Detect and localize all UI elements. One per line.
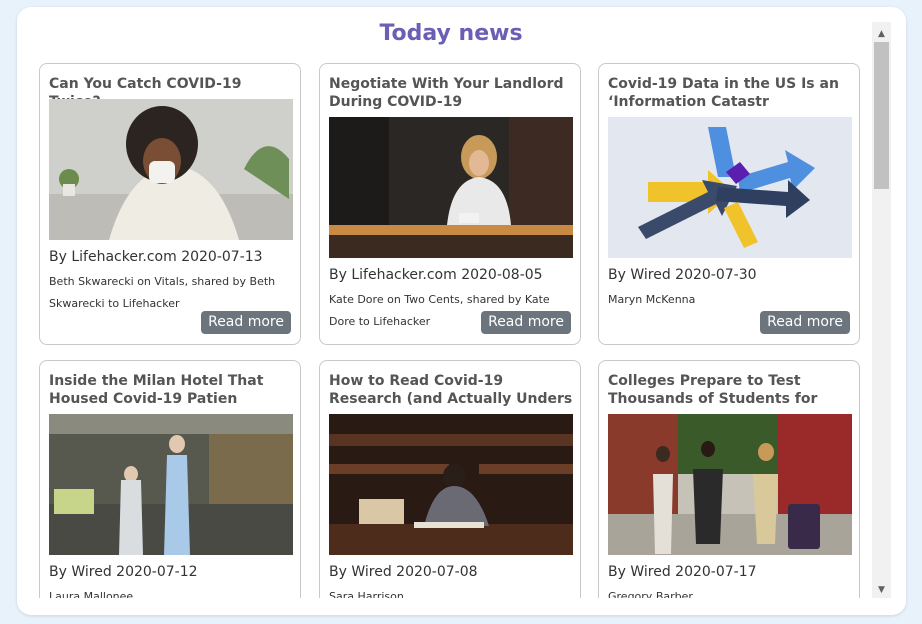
news-scroll-area[interactable]: Today news Can You Catch COVID-19 Twice?… <box>17 7 885 598</box>
news-card: Can You Catch COVID-19 Twice? By Lifehac… <box>39 63 301 345</box>
page-title: Today news <box>379 21 523 46</box>
news-card: Covid-19 Data in the US Is an ‘Informati… <box>598 63 860 345</box>
article-source-date: By Wired 2020-07-12 <box>49 564 198 580</box>
article-title: Colleges Prepare to Test Thousands of St… <box>608 373 818 407</box>
article-author: Sara Harrison <box>329 590 404 598</box>
news-card: How to Read Covid-19 Research (and Actua… <box>319 360 581 598</box>
vertical-scrollbar[interactable]: ▲ ▼ <box>872 22 891 598</box>
article-image <box>49 99 293 240</box>
article-source-date: By Lifehacker.com 2020-08-05 <box>329 267 543 283</box>
article-image <box>49 414 293 555</box>
article-author: Maryn McKenna <box>608 293 696 306</box>
article-author: Gregory Barber <box>608 590 693 598</box>
article-image <box>608 117 852 258</box>
read-more-button[interactable]: Read more <box>760 311 850 334</box>
article-title: How to Read Covid-19 Research (and Actua… <box>329 373 573 407</box>
news-card: Negotiate With Your Landlord During COVI… <box>319 63 581 345</box>
news-card: Inside the Milan Hotel That Housed Covid… <box>39 360 301 598</box>
article-image <box>329 414 573 555</box>
article-title: Inside the Milan Hotel That Housed Covid… <box>49 373 264 407</box>
article-image <box>608 414 852 555</box>
article-title: Covid-19 Data in the US Is an ‘Informati… <box>608 76 839 110</box>
article-title: Negotiate With Your Landlord During COVI… <box>329 76 564 110</box>
article-source-date: By Lifehacker.com 2020-07-13 <box>49 249 263 265</box>
article-source-date: By Wired 2020-07-30 <box>608 267 757 283</box>
scrollbar-thumb[interactable] <box>874 42 889 189</box>
article-author: Laura Mallonee <box>49 590 134 598</box>
article-source-date: By Wired 2020-07-17 <box>608 564 757 580</box>
article-author: Beth Skwarecki on Vitals, shared by Beth… <box>49 275 276 310</box>
article-source-date: By Wired 2020-07-08 <box>329 564 478 580</box>
news-panel: Today news Can You Catch COVID-19 Twice?… <box>17 7 906 615</box>
article-image <box>329 117 573 258</box>
read-more-button[interactable]: Read more <box>201 311 291 334</box>
triangle-up-icon[interactable]: ▲ <box>872 26 891 42</box>
triangle-down-icon[interactable]: ▼ <box>872 582 891 598</box>
news-card: Colleges Prepare to Test Thousands of St… <box>598 360 860 598</box>
read-more-button[interactable]: Read more <box>481 311 571 334</box>
